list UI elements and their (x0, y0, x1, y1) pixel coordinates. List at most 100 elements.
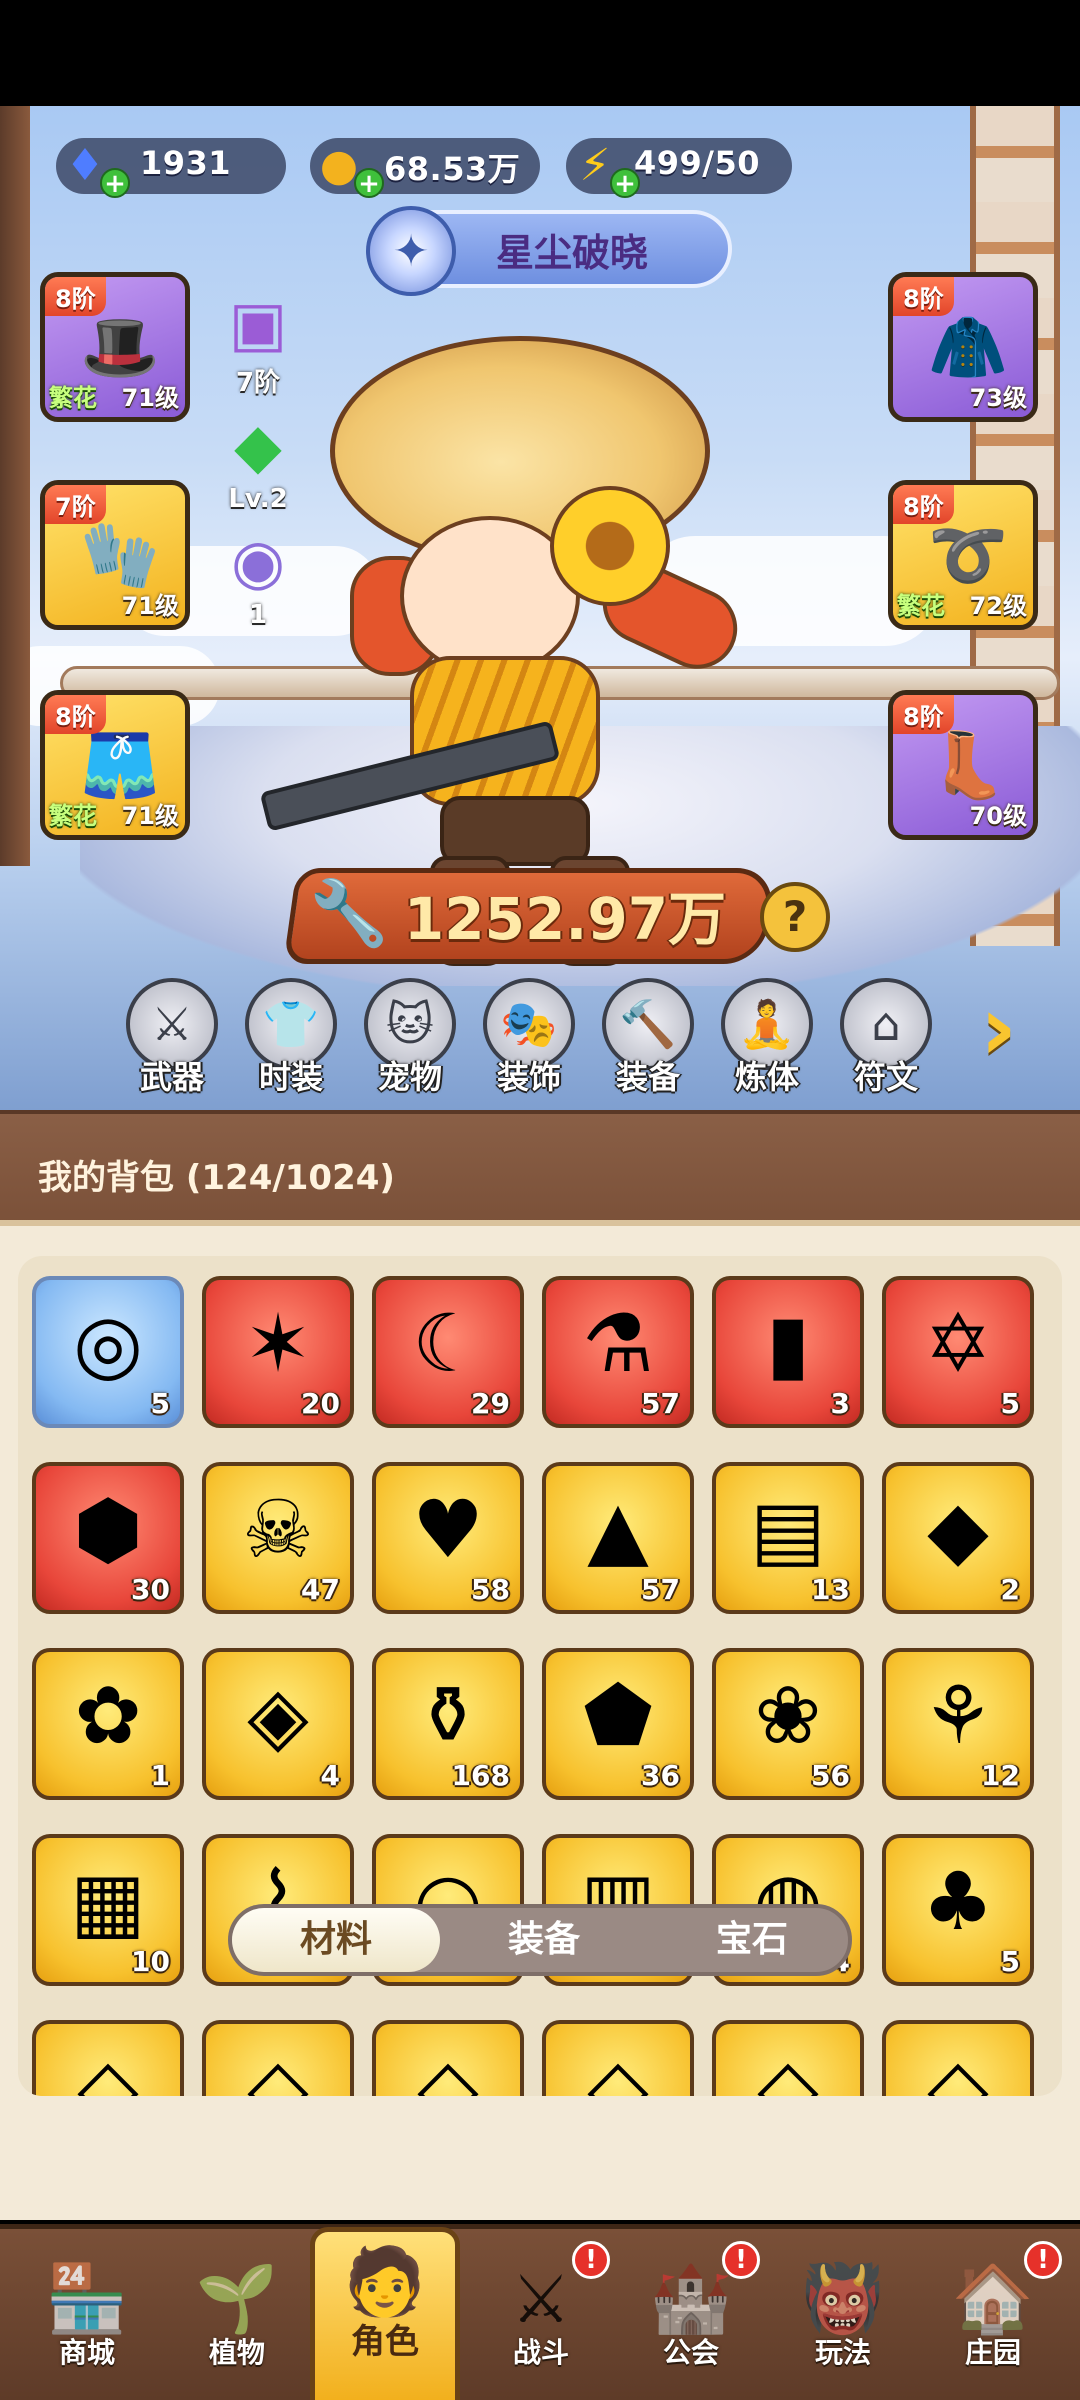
tab-pet-label: 宠物 (377, 1058, 442, 1096)
wrench-power-icon: 🔧 (309, 876, 389, 951)
diamond-currency[interactable]: ♦ + 1931 (56, 138, 286, 198)
inventory-item[interactable]: ⚗ 57 (542, 1276, 694, 1428)
inventory-item[interactable]: ✶ 20 (202, 1276, 354, 1428)
inventory-item[interactable]: ❀ 56 (712, 1648, 864, 1800)
equip-slot-jacket[interactable]: 🧥 8阶 73级 (888, 272, 1038, 422)
equip-tier: 7阶 (45, 485, 106, 524)
item-count: 3 (830, 1387, 850, 1420)
tab-rune[interactable]: ⌂ 符文 (832, 978, 940, 1098)
gem-slot[interactable]: ◆ Lv.2 (208, 400, 308, 515)
tab-equipment[interactable]: 🔨 装备 (594, 978, 702, 1098)
nav-plant[interactable]: 🌱 植物 (162, 2249, 312, 2399)
inventory-item[interactable]: ☾ 29 (372, 1276, 524, 1428)
character-title-banner[interactable]: ✦ 星尘破晓 (366, 206, 732, 296)
inventory-item[interactable]: ⬢ 30 (32, 1462, 184, 1614)
bag-title: 我的背包 (124/1024) (38, 1158, 395, 1198)
inventory-item[interactable]: ◇ (372, 2020, 524, 2096)
tab-refine[interactable]: 🧘 炼体 (713, 978, 821, 1098)
character-scene: ♦ + 1931 ● + 68.53万 ⚡ + 499/50 ✦ 星尘破晓 🎩 … (0, 106, 1080, 1110)
equip-level: 71级 (121, 384, 179, 412)
hat-icon: 🎩 (80, 310, 160, 385)
item-count: 5 (1000, 1945, 1020, 1978)
tab-costume[interactable]: 👕 时装 (237, 978, 345, 1098)
equip-level: 71级 (121, 802, 179, 830)
plant-icon: 🌱 (195, 2260, 279, 2337)
chest-slot[interactable]: ▣ 7阶 (208, 278, 308, 399)
inventory-item[interactable]: ◇ (712, 2020, 864, 2096)
planet-count: 1 (248, 600, 268, 630)
alert-badge: ! (572, 2241, 610, 2279)
pants-icon: 🩳 (80, 728, 160, 803)
item-count: 5 (1000, 1387, 1020, 1420)
cube-cluster-icon: ⬢ (73, 1483, 143, 1576)
tab-materials[interactable]: 材料 (232, 1908, 440, 1972)
item-count: 56 (811, 1759, 850, 1792)
inventory-item[interactable]: ◈ 4 (202, 1648, 354, 1800)
equip-level: 71级 (121, 592, 179, 620)
gold-value: 68.53万 (384, 150, 521, 188)
nav-character[interactable]: 🧑 角色 (310, 2227, 460, 2400)
inventory-item[interactable]: ⬟ 36 (542, 1648, 694, 1800)
chest-tier: 7阶 (235, 368, 281, 398)
gold-currency[interactable]: ● + 68.53万 (310, 138, 540, 198)
equip-slot-boots[interactable]: 👢 8阶 70级 (888, 690, 1038, 840)
item-count: 36 (641, 1759, 680, 1792)
equip-tier: 8阶 (45, 277, 106, 316)
status-bar (0, 0, 1080, 106)
item-count: 30 (131, 1573, 170, 1606)
item-count: 57 (641, 1573, 680, 1606)
add-diamond-button[interactable]: + (100, 168, 130, 198)
equip-tier: 8阶 (45, 695, 106, 734)
inventory-item[interactable]: ✿ 1 (32, 1648, 184, 1800)
equip-slot-gloves[interactable]: 🧤 7阶 71级 (40, 480, 190, 630)
inventory-item[interactable]: ♥ 58 (372, 1462, 524, 1614)
planet-icon: ◉ (230, 524, 286, 598)
inventory-item[interactable]: ◇ (882, 2020, 1034, 2096)
inventory-item[interactable]: ▲ 57 (542, 1462, 694, 1614)
fire-prism-icon: ▲ (587, 1483, 649, 1576)
tab-weapon-label: 武器 (139, 1058, 204, 1096)
item-count: 12 (981, 1759, 1020, 1792)
item-count: 20 (301, 1387, 340, 1420)
nav-battle[interactable]: ⚔ 战斗 ! (466, 2241, 616, 2399)
inventory-item[interactable]: ◇ (32, 2020, 184, 2096)
power-help-button[interactable]: ? (760, 882, 830, 952)
inventory-item[interactable]: ◎ 5 (32, 1276, 184, 1428)
inventory-item[interactable]: ◇ (542, 2020, 694, 2096)
equip-tier: 8阶 (893, 485, 954, 524)
inventory-item[interactable]: ⚘ 12 (882, 1648, 1034, 1800)
equip-tag: 繁花 (49, 802, 97, 830)
golden-rose-icon: ✿ (74, 1669, 142, 1762)
chevron-right-icon[interactable]: › (980, 984, 1050, 1084)
item-count: 4 (320, 1759, 340, 1792)
gem-level: Lv.2 (228, 484, 288, 514)
tab-pet[interactable]: 🐱 宠物 (356, 978, 464, 1098)
equip-slot-pants[interactable]: 🩳 8阶 繁花 71级 (40, 690, 190, 840)
inventory-item[interactable]: ▦ 10 (32, 1834, 184, 1986)
inventory-item[interactable]: ◇ (202, 2020, 354, 2096)
inventory-item[interactable]: ▤ 13 (712, 1462, 864, 1614)
nav-character-label: 角色 (351, 2322, 419, 2362)
inventory-item[interactable]: ♣ 5 (882, 1834, 1034, 1986)
nav-shop[interactable]: 🏪 商城 (12, 2249, 162, 2399)
item-count: 2 (1000, 1573, 1020, 1606)
nav-gameplay[interactable]: 👹 玩法 (768, 2249, 918, 2399)
energy-currency[interactable]: ⚡ + 499/50 (566, 138, 792, 198)
inventory-item[interactable]: ☠ 47 (202, 1462, 354, 1614)
partial-item-icon: ◇ (927, 2041, 989, 2096)
inventory-item[interactable]: ▮ 3 (712, 1276, 864, 1428)
tab-gear[interactable]: 装备 (440, 1908, 648, 1972)
inventory-item[interactable]: ⚱ 168 (372, 1648, 524, 1800)
equip-slot-hat[interactable]: 🎩 8阶 繁花 71级 (40, 272, 190, 422)
nav-guild[interactable]: 🏰 公会 ! (616, 2241, 766, 2399)
inventory-item[interactable]: ✡ 5 (882, 1276, 1034, 1428)
equip-slot-belt[interactable]: ➰ 8阶 繁花 72级 (888, 480, 1038, 630)
tab-decoration[interactable]: 🎭 装饰 (475, 978, 583, 1098)
tab-weapon[interactable]: ⚔ 武器 (118, 978, 226, 1098)
planet-slot[interactable]: ◉ 1 (208, 516, 308, 631)
tab-gems[interactable]: 宝石 (648, 1908, 856, 1972)
nav-manor[interactable]: 🏠 庄园 ! (918, 2241, 1068, 2399)
star-crystal-icon: ✶ (244, 1297, 312, 1390)
add-gold-button[interactable]: + (354, 168, 384, 198)
inventory-item[interactable]: ◆ 2 (882, 1462, 1034, 1614)
